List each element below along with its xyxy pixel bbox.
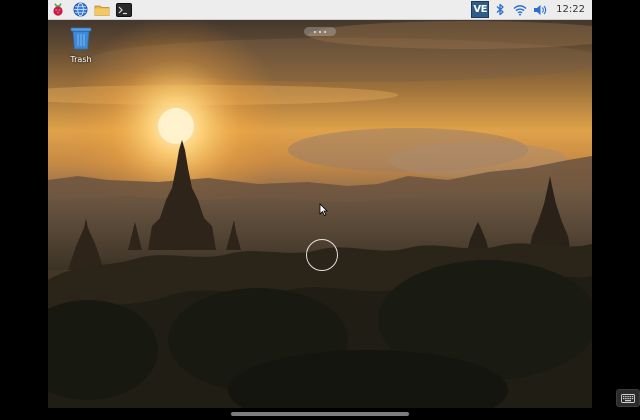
mouse-pointer-icon	[319, 203, 328, 216]
terminal-icon	[116, 2, 132, 17]
wifi-tray-button[interactable]	[510, 0, 530, 19]
touch-cursor-indicator	[306, 239, 338, 271]
keyboard-icon	[621, 393, 635, 403]
web-browser-icon	[73, 2, 87, 17]
terminal-button[interactable]	[114, 0, 134, 19]
web-browser-button[interactable]	[70, 0, 90, 19]
trash-desktop-icon[interactable]: Trash	[62, 26, 100, 64]
bluetooth-tray-button[interactable]	[490, 0, 510, 19]
handle-dot	[314, 30, 316, 33]
raspberry-menu-icon	[53, 3, 63, 16]
keyboard-toggle-button[interactable]	[616, 389, 640, 407]
volume-icon	[534, 4, 547, 15]
system-tray: VE 12:22	[470, 0, 592, 19]
file-manager-button[interactable]	[92, 0, 112, 19]
raspberry-menu-button[interactable]	[48, 0, 68, 19]
trash-icon	[70, 27, 92, 50]
clock[interactable]: 12:22	[550, 4, 592, 15]
taskbar: VE 12:22	[48, 0, 592, 20]
wifi-icon	[513, 4, 527, 16]
home-indicator[interactable]	[231, 412, 409, 416]
vnc-server-tray-button[interactable]: VE	[470, 0, 490, 19]
session-toolbar-handle[interactable]	[304, 27, 336, 36]
vnc-server-icon: VE	[471, 1, 490, 18]
handle-dot	[319, 30, 321, 33]
volume-tray-button[interactable]	[530, 0, 550, 19]
bluetooth-icon	[496, 3, 504, 16]
trash-label: Trash	[70, 55, 92, 64]
handle-dot	[324, 30, 326, 33]
remote-desktop-screen[interactable]: VE 12:22 Trash	[48, 0, 592, 408]
folder-icon	[94, 5, 110, 16]
